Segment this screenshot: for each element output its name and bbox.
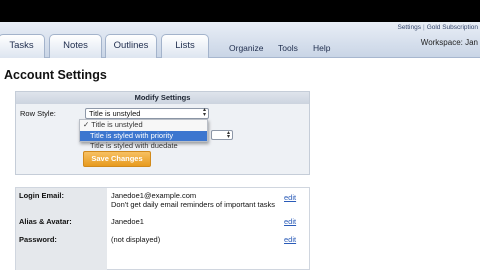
- workspace-selector[interactable]: Workspace: Jan: [421, 38, 478, 47]
- row-label: Login Email:: [16, 188, 107, 214]
- row-label: [16, 248, 107, 270]
- tab-lists[interactable]: Lists: [161, 34, 209, 58]
- edit-login-email-link[interactable]: edit: [284, 193, 296, 202]
- row-style-select[interactable]: Title is unstyled ▴ ▾: [85, 107, 209, 119]
- tab-tasks[interactable]: Tasks: [0, 34, 45, 58]
- login-email-value: Janedoe1@example.com: [111, 191, 197, 200]
- menu-help[interactable]: Help: [313, 43, 330, 53]
- tab-outlines[interactable]: Outlines: [105, 34, 157, 58]
- subscription-link[interactable]: Gold Subscription: [427, 24, 478, 31]
- email-reminder-note: Don't get daily email reminders of impor…: [111, 200, 276, 209]
- table-row: Password: (not displayed) edit: [16, 232, 309, 248]
- row-label: Alias & Avatar:: [16, 214, 107, 232]
- tab-notes[interactable]: Notes: [49, 34, 102, 58]
- secondary-select[interactable]: ▴ ▾: [211, 130, 233, 140]
- dropdown-option-duedate[interactable]: Title is styled with duedate: [80, 141, 207, 152]
- app-frame: Settings | Gold Subscription Workspace: Ja…: [0, 22, 480, 270]
- top-bar: Settings | Gold Subscription Workspace: Ja…: [0, 22, 480, 58]
- account-links: Settings | Gold Subscription: [397, 24, 478, 31]
- table-row: [16, 248, 309, 270]
- settings-link[interactable]: Settings: [397, 24, 421, 31]
- menu-organize[interactable]: Organize: [229, 43, 264, 53]
- edit-alias-link[interactable]: edit: [284, 217, 296, 226]
- select-arrows-icon: ▴ ▾: [202, 107, 206, 118]
- password-value: (not displayed): [111, 235, 161, 244]
- select-value: Title is unstyled: [89, 109, 141, 118]
- divider: |: [422, 24, 425, 31]
- table-row: Alias & Avatar: Janedoe1 edit: [16, 214, 309, 232]
- account-info-table: Login Email: Janedoe1@example.com Don't …: [15, 187, 310, 270]
- page-title: Account Settings: [4, 68, 107, 82]
- row-value: Janedoe1@example.com Don't get daily ema…: [111, 191, 275, 209]
- menu-tools[interactable]: Tools: [278, 43, 298, 53]
- select-arrows-icon: ▴ ▾: [226, 130, 230, 140]
- save-changes-button[interactable]: Save Changes: [83, 151, 151, 167]
- row-style-dropdown: ✓ Title is unstyled Title is styled with…: [79, 119, 208, 150]
- table-row: Login Email: Janedoe1@example.com Don't …: [16, 188, 309, 214]
- row-style-label: Row Style:: [20, 109, 56, 118]
- dropdown-option-priority[interactable]: Title is styled with priority: [80, 130, 207, 141]
- dropdown-option-unstyled[interactable]: ✓ Title is unstyled: [80, 120, 207, 131]
- row-label: Password:: [16, 232, 107, 248]
- edit-password-link[interactable]: edit: [284, 235, 296, 244]
- alias-value: Janedoe1: [111, 217, 144, 226]
- modify-settings-panel: Modify Settings Row Style: Title is unst…: [15, 91, 310, 175]
- panel-title: Modify Settings: [16, 92, 309, 104]
